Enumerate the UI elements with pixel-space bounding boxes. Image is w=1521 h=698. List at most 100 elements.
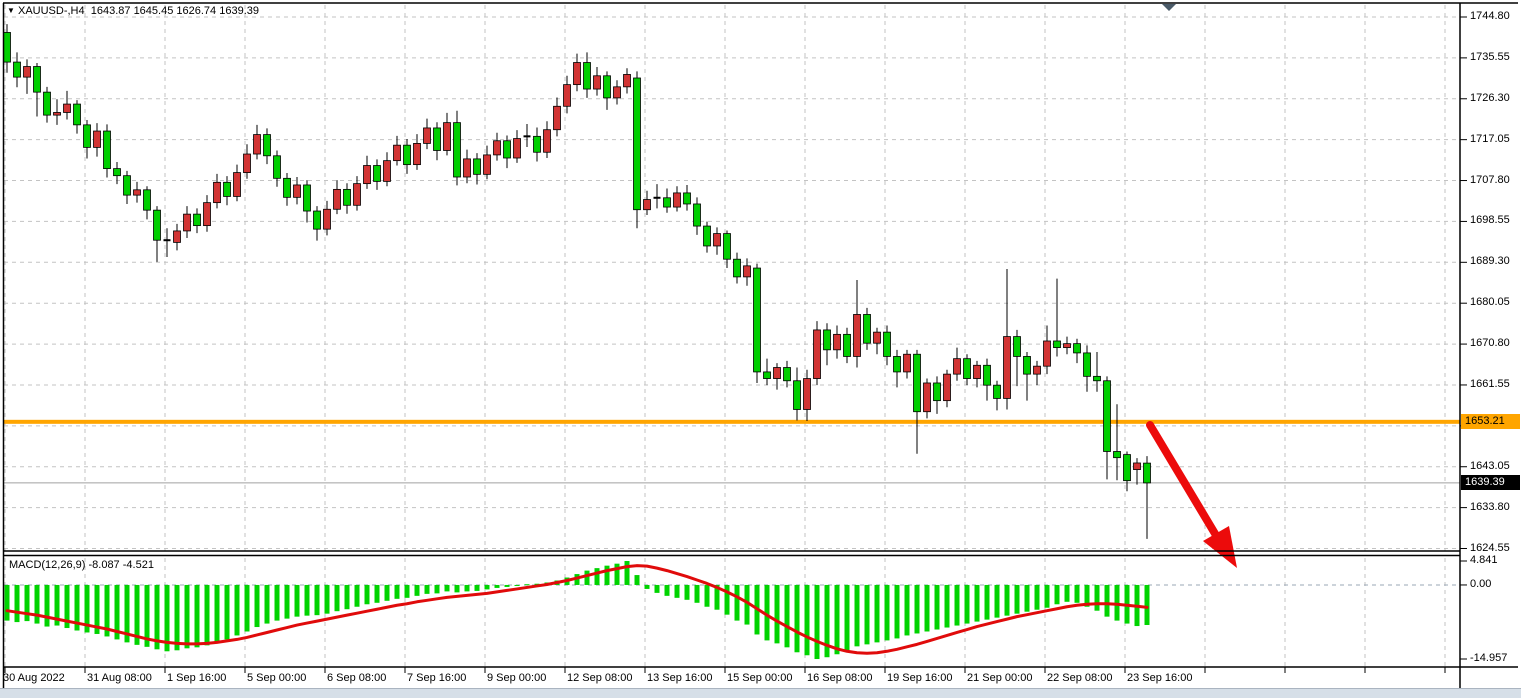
candle-body [544,130,551,153]
macd-axis-label: 4.841 [1470,554,1498,566]
candle-body [384,161,391,182]
candle-body [494,141,501,155]
macd-histogram-bar [1075,585,1080,603]
price-axis-label: 1633.80 [1470,501,1510,513]
macd-histogram-bar [995,585,1000,618]
candle-body [214,182,221,202]
ohlc-low: 1626.74 [176,5,216,17]
macd-histogram-bar [645,585,650,589]
price-axis-label: 1717.05 [1470,133,1510,145]
macd-histogram-bar [735,585,740,621]
time-axis-label: 16 Sep 08:00 [807,672,872,684]
candle-body [504,141,511,158]
macd-histogram-bar [325,585,330,614]
candle-body [834,334,841,349]
macd-histogram-bar [255,585,260,627]
price-axis-label: 1735.55 [1470,51,1510,63]
candle-body [824,330,831,350]
price-axis-label: 1624.55 [1470,542,1510,554]
time-axis-label: 30 Aug 2022 [3,672,65,684]
macd-histogram-bar [415,585,420,596]
candle-body [1044,341,1051,366]
macd-axis-label: -14.957 [1470,652,1507,664]
candle-body [64,104,71,112]
macd-histogram-bar [15,585,20,622]
price-axis-label: 1698.55 [1470,214,1510,226]
macd-axis-label: 0.00 [1470,578,1491,590]
candle-body [814,330,821,379]
candle-body [224,182,231,196]
candle-body [1124,455,1131,481]
candle-body [154,210,161,240]
macd-histogram-bar [185,585,190,648]
candle-body [994,385,1001,398]
macd-histogram-bar [905,585,910,635]
macd-histogram-bar [315,585,320,615]
candle-body [24,67,31,78]
macd-histogram-bar [295,585,300,617]
candle-body [1104,381,1111,452]
candle-body [274,156,281,179]
time-axis-label: 5 Sep 00:00 [247,672,306,684]
chart-expander-icon[interactable]: ▼ [7,6,15,15]
macd-histogram-bar [785,585,790,647]
candle-body [874,332,881,343]
candle-body [914,354,921,411]
macd-histogram-bar [625,561,630,585]
macd-histogram-bar [275,585,280,621]
candle-body [764,372,771,379]
candle-body [844,334,851,356]
macd-histogram-bar [5,585,10,621]
chart-canvas[interactable] [0,0,1521,698]
candle-doji-body [164,239,171,241]
macd-histogram-bar [425,585,430,594]
macd-histogram-bar [525,584,530,585]
candle-body [124,176,131,195]
macd-histogram-bar [485,585,490,589]
candle-body [664,198,671,207]
time-axis-label: 9 Sep 00:00 [487,672,546,684]
candle-body [784,368,791,381]
candle-body [1084,353,1091,376]
candle-body [144,190,151,210]
macd-histogram-bar [655,585,660,593]
macd-histogram-bar [945,585,950,628]
candle-body [104,131,111,169]
price-axis-label: 1726.30 [1470,92,1510,104]
macd-histogram-bar [195,585,200,647]
candle-body [314,211,321,229]
candle-body [254,135,261,154]
macd-histogram-bar [1045,585,1050,608]
candle-body [4,32,11,62]
candle-body [704,226,711,246]
support-line[interactable] [4,420,1460,424]
macd-histogram-bar [495,585,500,588]
macd-histogram-bar [365,585,370,604]
candle-body [194,214,201,225]
candle-body [484,155,491,174]
candle-body [1034,366,1041,374]
macd-histogram-bar [605,566,610,585]
candle-body [584,63,591,90]
candle-body [554,106,561,129]
macd-histogram-bar [45,585,50,627]
price-axis-label: 1680.05 [1470,296,1510,308]
macd-histogram-bar [515,585,520,586]
window-bottom-strip [0,689,1521,698]
candle-body [864,314,871,343]
candle-body [344,189,351,205]
macd-histogram-bar [175,585,180,650]
macd-signal-value: -4.521 [123,559,154,571]
candle-body [924,383,931,412]
macd-histogram-bar [955,585,960,626]
macd-histogram-bar [805,585,810,655]
candle-doji-body [654,197,661,199]
candle-body [294,185,301,197]
candle-body [964,359,971,379]
candle-body [304,185,311,211]
macd-histogram-bar [885,585,890,640]
macd-histogram-bar [355,585,360,607]
candle-body [1114,451,1121,457]
candle-body [644,200,651,210]
candle-body [14,62,21,77]
